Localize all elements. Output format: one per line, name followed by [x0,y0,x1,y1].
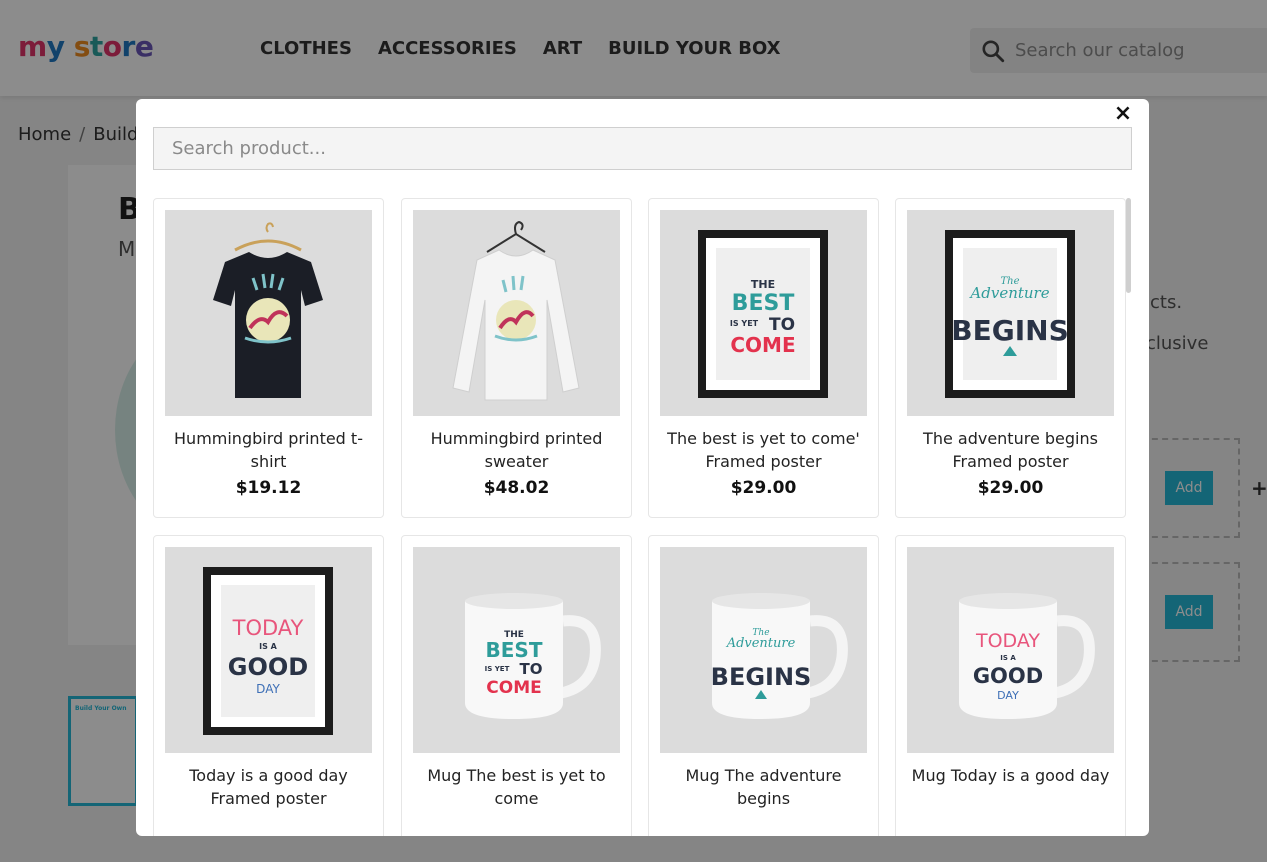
mug-text-good: GOOD [973,664,1043,688]
product-image-mug-best: THE BEST IS YET TO COME [413,547,620,753]
product-name: Mug The adventure begins [685,766,842,808]
product-name: Hummingbird printed sweater [430,429,603,471]
product-card[interactable]: Hummingbird printed sweater $48.02 [401,198,632,518]
product-name: Mug The best is yet to come [427,766,606,808]
product-image-tshirt [165,210,372,416]
product-image-mug-today: TODAY IS A GOOD DAY [907,547,1114,753]
product-image-poster-adventure: The Adventure BEGINS [907,210,1114,416]
product-card[interactable]: The Adventure BEGINS Mug The adventure b… [648,535,879,836]
poster-text-best: BEST [732,291,795,316]
poster-text-to: TO [769,315,795,335]
mug-text-begins: BEGINS [711,663,812,691]
modal-scrollbar[interactable] [1126,198,1131,293]
product-price: $48.02 [483,478,550,498]
product-name: Hummingbird printed t-shirt [174,429,363,471]
mug-text-is-a: IS A [1000,654,1016,662]
product-image-poster-best: THE BEST IS YET TO COME [660,210,867,416]
mug-text-adventure: Adventure [726,636,796,651]
mug-text-best: BEST [486,638,543,662]
product-price: $19.12 [235,478,302,498]
product-card[interactable]: The Adventure BEGINS The adventure begin… [895,198,1126,518]
product-card[interactable]: TODAY IS A GOOD DAY Mug Today is a good … [895,535,1126,836]
product-name: The best is yet to come' Framed poster [667,429,860,471]
product-name: Today is a good day Framed poster [189,766,348,808]
product-card[interactable]: Hummingbird printed t-shirt $19.12 [153,198,384,518]
product-image-mug-adventure: The Adventure BEGINS [660,547,867,753]
product-name: The adventure begins Framed poster [923,429,1098,471]
mug-text-is-yet: IS YET [485,665,510,673]
mug-text-day: DAY [997,689,1019,702]
poster-text-adventure: Adventure [968,284,1049,302]
mug-text-to: TO [520,660,543,678]
product-card[interactable]: THE BEST IS YET TO COME Mug The best is … [401,535,632,836]
poster-text-the: THE [751,278,775,291]
poster-text-good: GOOD [228,653,308,681]
mug-text-today: TODAY [975,630,1040,652]
poster-text-begins: BEGINS [951,314,1068,347]
poster-text-is-a: IS A [259,642,278,651]
product-price: $29.00 [730,478,797,498]
product-search-input[interactable] [153,127,1132,170]
product-image-sweater [413,210,620,416]
poster-text-is-yet: IS YET [730,319,759,328]
product-card[interactable]: THE BEST IS YET TO COME The best is yet … [648,198,879,518]
product-price: $29.00 [977,478,1044,498]
product-card[interactable]: TODAY IS A GOOD DAY Today is a good day … [153,535,384,836]
product-image-poster-today: TODAY IS A GOOD DAY [165,547,372,753]
product-picker-modal: × Hummingbird printed t-shirt $19.12 [136,99,1149,836]
poster-text-day: DAY [256,682,280,696]
poster-text-today: TODAY [232,616,304,640]
close-icon[interactable]: × [1112,103,1134,125]
poster-text-come: COME [730,333,795,357]
mug-text-come: COME [486,678,541,698]
product-name: Mug Today is a good day [911,766,1110,785]
